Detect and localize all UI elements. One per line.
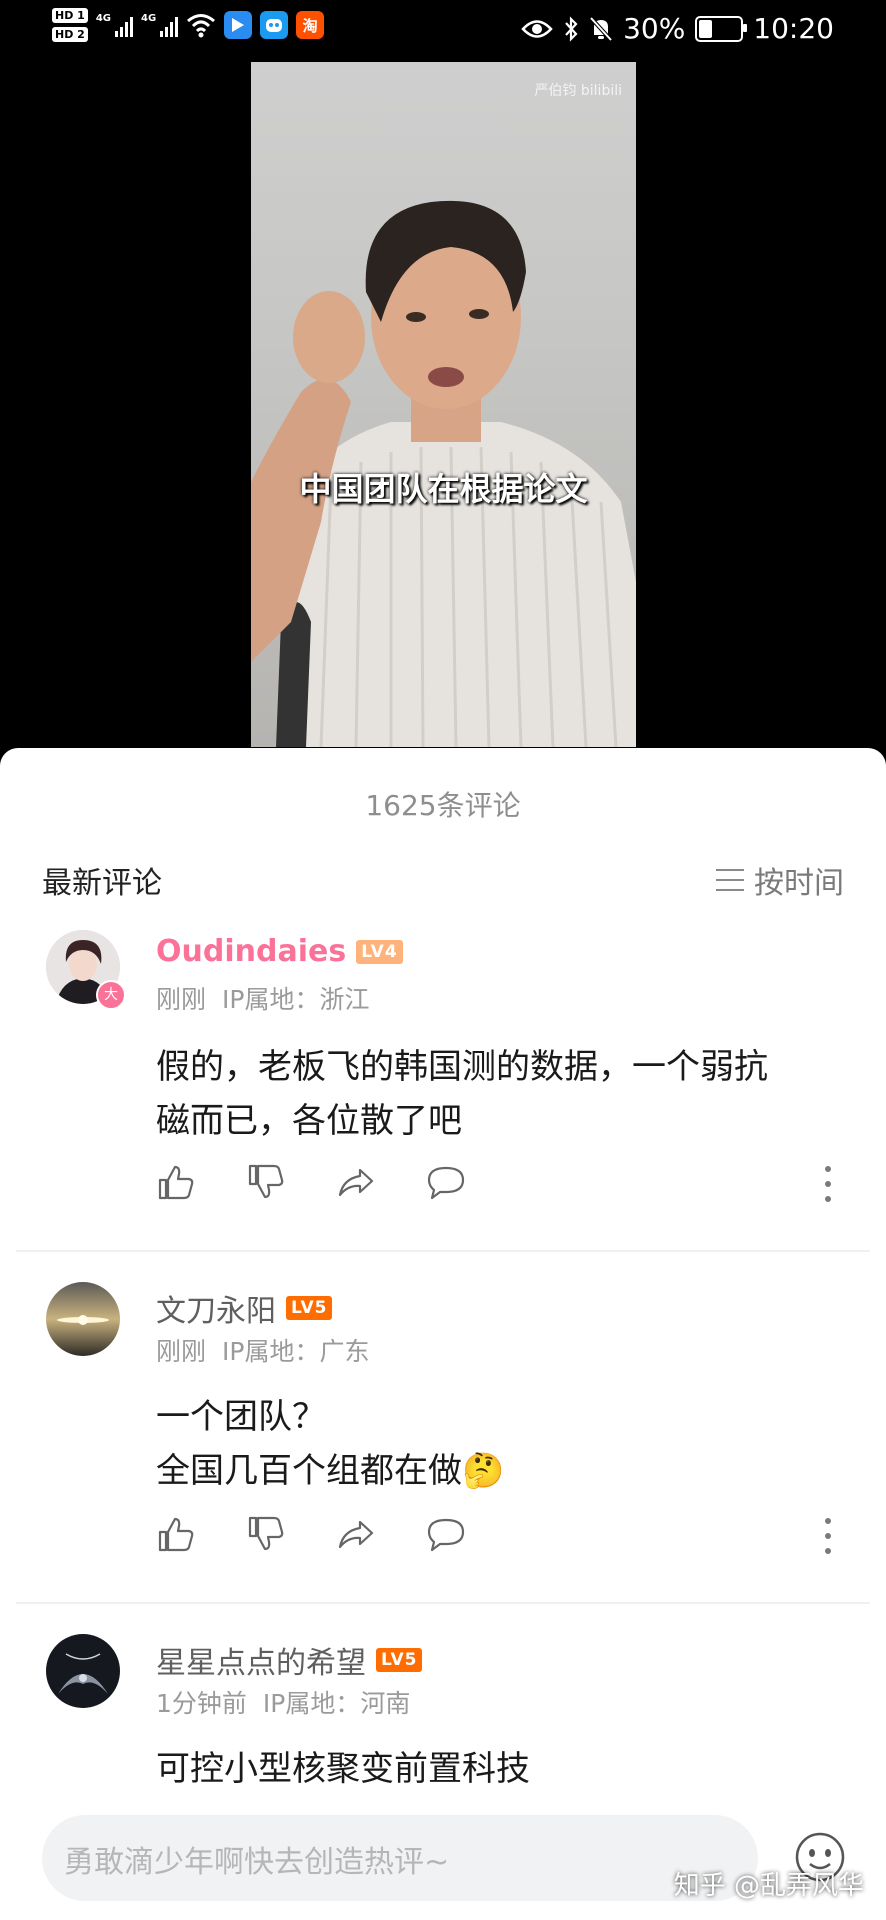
dislike-icon[interactable] [246, 1514, 286, 1554]
sort-label: 按时间 [754, 866, 844, 901]
username[interactable]: 星星点点的希望 [156, 1638, 366, 1682]
comment-input-placeholder: 勇敢滴少年啊快去创造热评~ [64, 1845, 450, 1880]
comment-meta: 1分钟前 IP属地：河南 [156, 1684, 410, 1720]
menu-lines-icon [716, 869, 744, 891]
comment-text[interactable]: 假的，老板飞的韩国测的数据，一个弱抗 磁而已，各位散了吧 [156, 1040, 846, 1148]
comment-item: 大 Oudindaies LV4 刚刚 IP属地：浙江 假的，老板飞的韩国测的数… [0, 930, 886, 1230]
net-type-1: 4G [95, 13, 111, 24]
reply-icon[interactable] [426, 1162, 466, 1202]
taobao-icon-label: 淘 [302, 16, 318, 35]
video-subtitle: 中国团队在根据论文 [299, 470, 588, 508]
sort-row: 最新评论 按时间 [42, 858, 844, 901]
video-frame [251, 200, 636, 747]
comment-meta: 刚刚 IP属地：广东 [156, 1332, 369, 1368]
status-bar: HD 1 HD 2 4G 4G 淘 30% 10:20 [0, 0, 886, 62]
comment-item: 文刀永阳 LV5 刚刚 IP属地：广东 一个团队？ 全国几百个组都在做🤔 [0, 1282, 886, 1582]
comment-line: 可控小型核聚变前置科技 [156, 1749, 530, 1789]
sort-by-time-button[interactable]: 按时间 [716, 858, 844, 902]
taobao-icon: 淘 [296, 11, 325, 39]
avatar[interactable] [46, 1634, 120, 1708]
like-icon[interactable] [156, 1514, 196, 1554]
comment-count: 1625条评论 [365, 789, 521, 822]
avatar[interactable] [46, 1282, 120, 1356]
level-badge: LV4 [356, 939, 403, 964]
vip-badge: 大 [96, 980, 126, 1010]
hd-indicators: HD 1 HD 2 [52, 8, 88, 42]
battery-percent: 30% [623, 12, 686, 45]
signal-icon-1: 4G [96, 13, 133, 37]
avatar-image [46, 1282, 120, 1356]
eye-icon [521, 19, 553, 38]
username-row: 星星点点的希望 LV5 [156, 1638, 423, 1682]
username-row: Oudindaies LV4 [156, 934, 403, 969]
mute-bell-icon [589, 16, 613, 41]
share-icon[interactable] [336, 1514, 376, 1554]
video-watermark: 严伯钧 bilibili [534, 83, 622, 99]
zhihu-watermark: 知乎 @乱弄风华 [673, 1871, 864, 1901]
username[interactable]: Oudindaies [156, 934, 346, 969]
comment-actions [156, 1162, 466, 1202]
reply-icon[interactable] [426, 1514, 466, 1554]
app-robot-icon [260, 11, 289, 39]
comment-line: 假的，老板飞的韩国测的数据，一个弱抗 [156, 1047, 768, 1087]
like-icon[interactable] [156, 1162, 196, 1202]
comment-text[interactable]: 可控小型核聚变前置科技 [156, 1742, 846, 1796]
comment-time: 刚刚 [156, 985, 207, 1014]
level-badge: LV5 [376, 1648, 423, 1672]
comment-ip: IP属地：浙江 [222, 985, 370, 1014]
level-badge: LV5 [286, 1296, 333, 1320]
signal-icon-2: 4G [141, 13, 179, 37]
more-options-icon[interactable] [824, 1518, 832, 1554]
wifi-icon [187, 14, 216, 38]
comment-line: 磁而已，各位散了吧 [156, 1101, 462, 1141]
status-left: HD 1 HD 2 4G 4G 淘 [52, 8, 325, 42]
comment-line: 一个团队？ [156, 1397, 326, 1437]
battery-icon [695, 15, 748, 42]
battery-level [699, 19, 713, 38]
username-row: 文刀永阳 LV5 [156, 1286, 333, 1330]
hd1-badge: HD 1 [52, 8, 88, 23]
avatar-image [46, 1634, 120, 1708]
bluetooth-icon [565, 15, 578, 42]
comment-meta: 刚刚 IP属地：浙江 [156, 980, 369, 1016]
divider [16, 1602, 870, 1604]
dislike-icon[interactable] [246, 1162, 286, 1202]
comment-ip: IP属地：广东 [222, 1337, 370, 1366]
latest-comments-label: 最新评论 [42, 866, 162, 901]
share-icon[interactable] [336, 1162, 376, 1202]
video-player[interactable]: 严伯钧 bilibili 中国团队在根据论文 [251, 62, 636, 747]
comment-ip: IP属地：河南 [262, 1689, 411, 1718]
comment-sheet: 1625条评论 最新评论 按时间 大 Oudindaies LV4 刚刚 IP属… [0, 748, 886, 1920]
more-options-icon[interactable] [824, 1166, 832, 1202]
hd2-badge: HD 2 [52, 27, 88, 42]
username[interactable]: 文刀永阳 [156, 1286, 276, 1330]
comment-input[interactable]: 勇敢滴少年啊快去创造热评~ [42, 1815, 758, 1901]
comment-line: 全国几百个组都在做🤔 [156, 1451, 505, 1491]
comment-time: 刚刚 [156, 1337, 207, 1366]
net-type-2: 4G [141, 13, 157, 24]
comment-input-bar: 勇敢滴少年啊快去创造热评~ 知乎 @乱弄风华 [0, 1797, 886, 1920]
status-right: 30% 10:20 [521, 12, 834, 45]
divider [16, 1250, 870, 1252]
comment-time: 1分钟前 [156, 1689, 247, 1718]
clock: 10:20 [753, 12, 834, 45]
app-shortcut-icon [224, 11, 253, 39]
comment-actions [156, 1514, 466, 1554]
comment-text[interactable]: 一个团队？ 全国几百个组都在做🤔 [156, 1390, 846, 1498]
